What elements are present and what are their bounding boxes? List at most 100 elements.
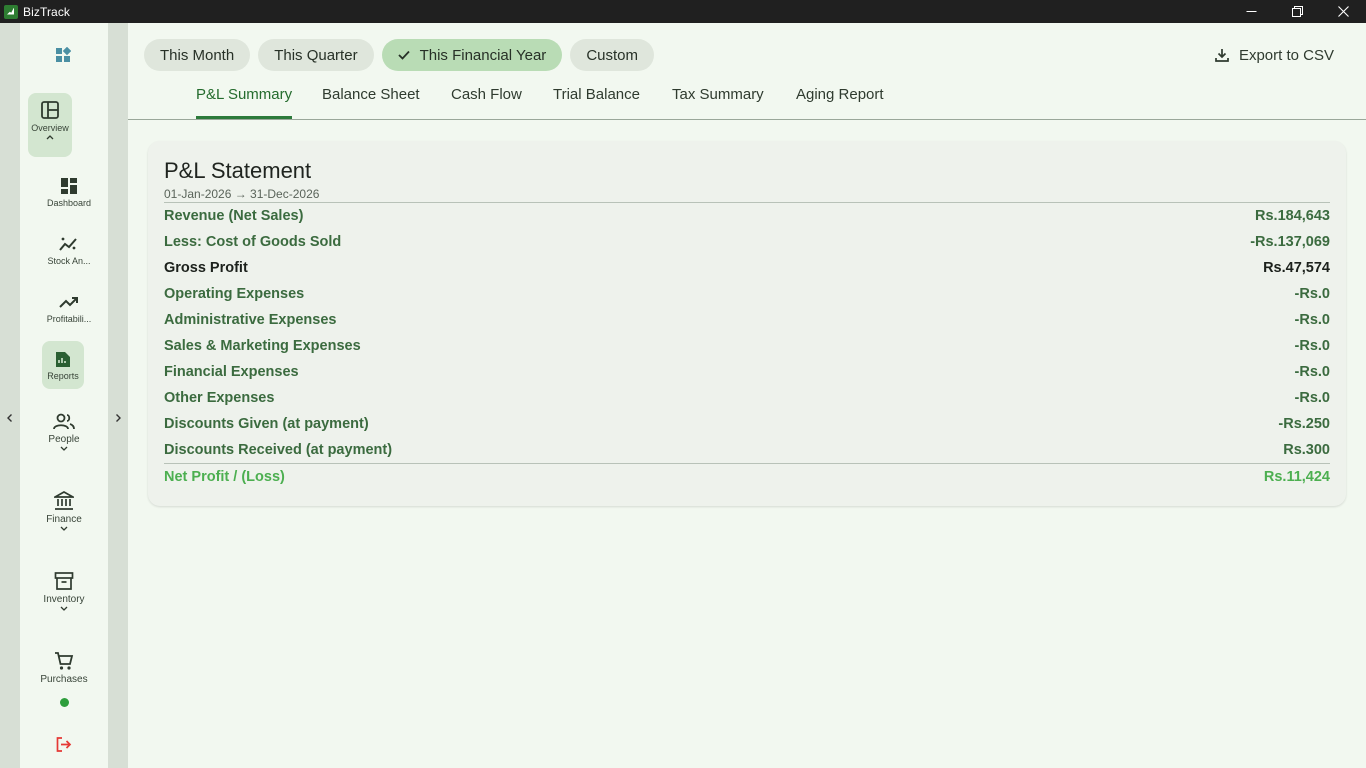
- statement-row-operating-expenses: Operating Expenses -Rs.0: [164, 282, 1330, 306]
- row-label: Revenue (Net Sales): [164, 208, 304, 224]
- chevron-right-icon[interactable]: [108, 408, 128, 428]
- statement-row-net-profit: Net Profit / (Loss) Rs.11,424: [164, 465, 1330, 489]
- row-label: Financial Expenses: [164, 364, 299, 380]
- statement-row-other-expenses: Other Expenses -Rs.0: [164, 386, 1330, 410]
- reports-icon: [56, 352, 70, 367]
- statement-row-gross-profit: Gross Profit Rs.47,574: [164, 256, 1330, 280]
- left-collapse-strip[interactable]: [0, 23, 20, 768]
- statement-row-sales-marketing-expenses: Sales & Marketing Expenses -Rs.0: [164, 334, 1330, 358]
- export-csv-button[interactable]: Export to CSV: [1215, 44, 1334, 66]
- chevron-down-icon[interactable]: [60, 526, 68, 532]
- row-label: Net Profit / (Loss): [164, 469, 285, 485]
- download-icon: [1215, 49, 1229, 62]
- statement-row-administrative-expenses: Administrative Expenses -Rs.0: [164, 308, 1330, 332]
- sidebar-item-profitability[interactable]: Profitabili...: [39, 293, 99, 324]
- pl-statement-card: P&L Statement 01-Jan-2026 → 31-Dec-2026 …: [148, 141, 1346, 506]
- sidebar-item-inventory[interactable]: Inventory: [34, 571, 94, 612]
- sidebar-item-finance[interactable]: Finance: [34, 491, 94, 532]
- sidebar-item-label: Overview: [31, 123, 69, 133]
- row-label: Operating Expenses: [164, 286, 305, 302]
- sidebar-item-overview[interactable]: Overview: [28, 93, 72, 157]
- row-value: Rs.184,643: [1255, 208, 1330, 224]
- status-indicator-dot: [60, 698, 69, 707]
- statement-row-revenue: Revenue (Net Sales) Rs.184,643: [164, 204, 1330, 228]
- row-value: -Rs.0: [1294, 364, 1330, 380]
- sidebar-item-label: People: [48, 434, 80, 445]
- title-bar: BizTrack: [0, 0, 1366, 23]
- sidebar-item-label: Profitabili...: [46, 314, 92, 324]
- logout-icon: [56, 737, 72, 752]
- row-value: -Rs.0: [1294, 390, 1330, 406]
- divider: [164, 202, 1330, 203]
- sidebar-item-dashboard[interactable]: Dashboard: [39, 177, 99, 208]
- chevron-down-icon[interactable]: [60, 446, 68, 452]
- row-label: Gross Profit: [164, 260, 248, 276]
- sidebar-item-people[interactable]: People: [34, 413, 94, 452]
- tab-trial-balance[interactable]: Trial Balance: [553, 86, 640, 119]
- row-label: Other Expenses: [164, 390, 275, 406]
- chevron-left-icon[interactable]: [0, 408, 20, 428]
- chip-this-financial-year[interactable]: This Financial Year: [381, 39, 563, 71]
- row-label: Sales & Marketing Expenses: [164, 338, 361, 354]
- dashboard-icon: [61, 178, 77, 194]
- row-label: Less: Cost of Goods Sold: [164, 234, 342, 250]
- sidebar-item-reports[interactable]: Reports: [42, 341, 84, 389]
- row-label: Discounts Given (at payment): [164, 416, 369, 432]
- chevron-down-icon[interactable]: [60, 606, 68, 612]
- minimize-button[interactable]: [1228, 0, 1274, 23]
- row-value: Rs.47,574: [1263, 260, 1330, 276]
- sidebar-item-label: Stock An...: [47, 256, 91, 266]
- chip-label: This Month: [160, 46, 235, 64]
- close-button[interactable]: [1320, 0, 1366, 23]
- sidebar: Overview Dashboard Stock An... Profitabi…: [20, 23, 108, 768]
- card-title: P&L Statement: [164, 158, 312, 183]
- tab-tax-summary[interactable]: Tax Summary: [672, 86, 764, 119]
- period-filter-chips: This Month This Quarter This Financial Y…: [144, 39, 654, 71]
- sidebar-item-stock-analytics[interactable]: Stock An...: [39, 235, 99, 266]
- sidebar-item-label: Finance: [46, 514, 82, 525]
- tab-cash-flow[interactable]: Cash Flow: [451, 86, 522, 119]
- app-logo-icon: [4, 4, 18, 19]
- cart-icon: [55, 652, 74, 670]
- check-icon: [397, 50, 410, 60]
- row-label: Administrative Expenses: [164, 312, 337, 328]
- inventory-box-icon: [54, 572, 74, 590]
- window-title: BizTrack: [23, 4, 71, 19]
- restore-icon: [1291, 6, 1303, 17]
- tab-balance-sheet[interactable]: Balance Sheet: [322, 86, 420, 119]
- statement-row-cogs: Less: Cost of Goods Sold -Rs.137,069: [164, 230, 1330, 254]
- chip-custom[interactable]: Custom: [570, 39, 654, 71]
- window-controls: [1228, 0, 1366, 23]
- logout-button[interactable]: [56, 737, 72, 757]
- close-icon: [1337, 6, 1349, 17]
- statement-row-financial-expenses: Financial Expenses -Rs.0: [164, 360, 1330, 384]
- row-value: -Rs.0: [1294, 338, 1330, 354]
- sidebar-item-label: Dashboard: [46, 198, 92, 208]
- row-value: -Rs.250: [1278, 416, 1330, 432]
- row-value: -Rs.0: [1294, 312, 1330, 328]
- report-tabs: P&L Summary Balance Sheet Cash Flow Tria…: [128, 78, 1366, 120]
- people-icon: [53, 413, 75, 430]
- divider: [164, 463, 1330, 464]
- sidebar-item-purchases[interactable]: Purchases: [34, 651, 94, 685]
- row-value: Rs.11,424: [1263, 469, 1330, 485]
- sidebar-expand-strip[interactable]: [108, 23, 128, 768]
- chip-label: Custom: [586, 46, 638, 64]
- tab-pl-summary[interactable]: P&L Summary: [196, 86, 293, 119]
- tab-aging-report[interactable]: Aging Report: [796, 86, 884, 119]
- row-value: Rs.300: [1283, 442, 1330, 458]
- row-value: -Rs.137,069: [1250, 234, 1330, 250]
- trending-up-icon: [59, 297, 78, 308]
- chevron-up-icon[interactable]: [46, 134, 54, 140]
- bank-icon: [54, 491, 74, 510]
- chip-this-month[interactable]: This Month: [144, 39, 251, 71]
- chip-label: This Financial Year: [419, 46, 547, 64]
- stock-analytics-icon: [59, 237, 77, 251]
- restore-button[interactable]: [1274, 0, 1320, 23]
- chip-this-quarter[interactable]: This Quarter: [258, 39, 374, 71]
- minimize-icon: [1246, 11, 1256, 12]
- statement-period: 01-Jan-2026 → 31-Dec-2026: [164, 187, 320, 201]
- statement-row-discounts-received: Discounts Received (at payment) Rs.300: [164, 438, 1330, 462]
- app-grid-icon[interactable]: [55, 46, 72, 68]
- overview-layout-icon: [41, 101, 59, 119]
